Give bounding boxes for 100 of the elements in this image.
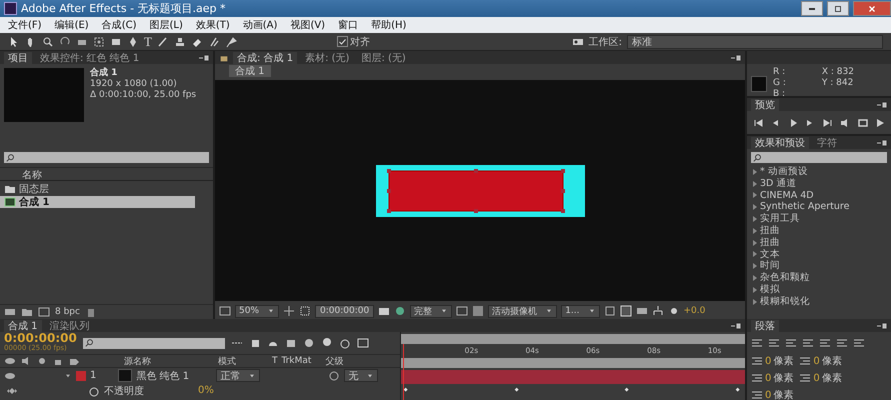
menu-item[interactable]: 窗口 [338, 18, 358, 32]
panel-tab[interactable]: 合成 1 [4, 320, 42, 332]
current-time[interactable]: 0:00:00:00 [4, 333, 77, 343]
channel-readout: G : [773, 78, 786, 89]
effect-category[interactable]: 时间 [753, 260, 891, 272]
selection-arrow-icon[interactable] [8, 36, 20, 48]
project-item[interactable]: 合成 1 [0, 196, 195, 208]
panel-tab[interactable]: 预览 [751, 98, 779, 110]
effect-category[interactable]: 扭曲 [753, 236, 891, 249]
panel-tab[interactable]: 效果控件: 红色 纯色 1 [36, 52, 144, 64]
panel-tab[interactable]: 合成: 合成 1 [233, 52, 298, 64]
indent-value[interactable]: 0 [765, 390, 772, 400]
indent-value[interactable]: 0 [813, 356, 820, 366]
search-field[interactable] [4, 152, 209, 163]
brush-icon[interactable] [156, 36, 169, 48]
align-center-icon[interactable] [768, 337, 780, 349]
column-header: T [272, 356, 278, 366]
text-tool[interactable]: T [144, 34, 152, 50]
indent-value[interactable]: 0 [765, 356, 772, 366]
panel-tab[interactable]: 效果和预设 [751, 136, 809, 148]
justify-all-icon[interactable] [853, 337, 865, 349]
graph-editor-icon[interactable] [356, 337, 369, 349]
resolution-dropdown[interactable]: 完整 [410, 304, 452, 318]
panel-tab[interactable]: 渲染队列 [46, 320, 94, 332]
dropdown-caret-icon [545, 307, 554, 315]
close-button[interactable] [853, 1, 891, 16]
window-title: Adobe After Effects - 无标题项目.aep * [21, 1, 226, 16]
close-icon [867, 4, 877, 14]
first-frame-icon[interactable] [752, 116, 764, 128]
label-color[interactable] [76, 370, 86, 380]
safe-margins-icon[interactable] [283, 305, 296, 317]
effect-category[interactable]: 实用工具 [753, 213, 891, 225]
zoom-icon[interactable] [42, 36, 54, 48]
effect-category[interactable]: 杂色和颗粒 [753, 272, 891, 284]
bit-depth[interactable]: 8 bpc [55, 307, 80, 317]
layer-name[interactable]: 黑色 纯色 1 [136, 368, 212, 382]
justify-last-left-icon[interactable] [802, 337, 814, 349]
camera-dropdown[interactable]: 活动摄像机 [488, 304, 558, 318]
new-composition-icon[interactable] [38, 306, 50, 318]
minimize-icon [809, 8, 815, 10]
dropdown-caret-icon [267, 307, 276, 315]
composition-breadcrumb[interactable]: 合成 1 [229, 65, 271, 77]
fast-preview-icon[interactable] [620, 305, 632, 317]
effect-category[interactable]: 文本 [753, 248, 891, 260]
menu-item[interactable]: 动画(A) [242, 18, 278, 32]
panel-tab[interactable]: 字符 [813, 136, 841, 148]
color-swatch [751, 76, 767, 92]
loop-icon[interactable] [856, 116, 869, 128]
mask-visibility-icon[interactable] [299, 305, 312, 317]
view-layout-dropdown[interactable]: 1... [561, 304, 600, 318]
minimize-button[interactable] [801, 1, 823, 16]
menu-item[interactable]: 视图(V) [290, 18, 326, 32]
last-frame-icon[interactable] [822, 116, 834, 128]
effect-category[interactable]: CINEMA 4D [753, 190, 891, 202]
ram-preview-icon[interactable] [874, 116, 886, 128]
align-left-icon[interactable] [751, 337, 763, 349]
region-of-interest-icon[interactable] [456, 305, 468, 317]
column-header: TrkMat [282, 356, 312, 366]
parent-dropdown[interactable]: 无 [344, 369, 378, 382]
justify-last-center-icon[interactable] [819, 337, 831, 349]
timecode-field[interactable]: 0:00:00:00 [315, 304, 374, 318]
panel-tab[interactable]: 素材: (无) [301, 52, 354, 64]
project-item[interactable]: 固态层 [0, 183, 195, 195]
menu-item[interactable]: 图层(L) [149, 18, 183, 32]
stopwatch-icon[interactable] [338, 337, 351, 349]
effect-category[interactable]: 扭曲 [753, 224, 891, 237]
search-field[interactable] [82, 338, 225, 348]
menu-item[interactable]: 文件(F) [8, 18, 42, 32]
panel-tab[interactable]: 图层: (无) [357, 52, 410, 64]
search-field[interactable] [751, 152, 887, 163]
flowchart-icon[interactable] [652, 305, 664, 317]
indent-value[interactable]: 0 [765, 372, 772, 384]
effect-category[interactable]: 模糊和锐化 [753, 296, 891, 308]
menu-item[interactable]: 合成(C) [102, 18, 136, 32]
pen-icon[interactable] [127, 36, 139, 48]
effect-category[interactable]: 3D 通道 [753, 178, 891, 190]
menu-item[interactable]: 帮助(H) [371, 18, 406, 32]
exposure-value[interactable]: +0.0 [684, 306, 706, 316]
indent-value[interactable]: 0 [813, 372, 820, 384]
effect-category[interactable]: * 动画预设 [753, 166, 891, 178]
align-right-icon[interactable] [785, 337, 797, 349]
snap-checkbox[interactable]: 对齐 [336, 34, 370, 48]
maximize-button[interactable] [827, 1, 849, 16]
workspace-dropdown[interactable]: 标准 [627, 34, 883, 48]
stopwatch-icon[interactable] [88, 384, 100, 396]
zoom-dropdown[interactable]: 50% [235, 304, 280, 318]
mode-dropdown[interactable]: 正常 [216, 369, 260, 382]
panel-tab[interactable]: 段落 [751, 320, 779, 332]
effect-category[interactable]: Synthetic Aperture [753, 201, 891, 214]
effect-category[interactable]: 模拟 [753, 284, 891, 296]
menu-item[interactable]: 效果(T) [196, 18, 230, 32]
search-icon [753, 152, 763, 162]
roto-brush-icon[interactable] [208, 36, 220, 48]
always-preview-icon[interactable] [219, 305, 231, 317]
justify-last-right-icon[interactable] [836, 337, 848, 349]
panel-tab[interactable]: 项目 [4, 52, 32, 64]
property-value[interactable]: 0% [198, 385, 214, 396]
pixel-aspect-icon[interactable] [604, 305, 616, 317]
stamp-icon[interactable] [174, 36, 186, 48]
menu-item[interactable]: 编辑(E) [54, 18, 89, 32]
